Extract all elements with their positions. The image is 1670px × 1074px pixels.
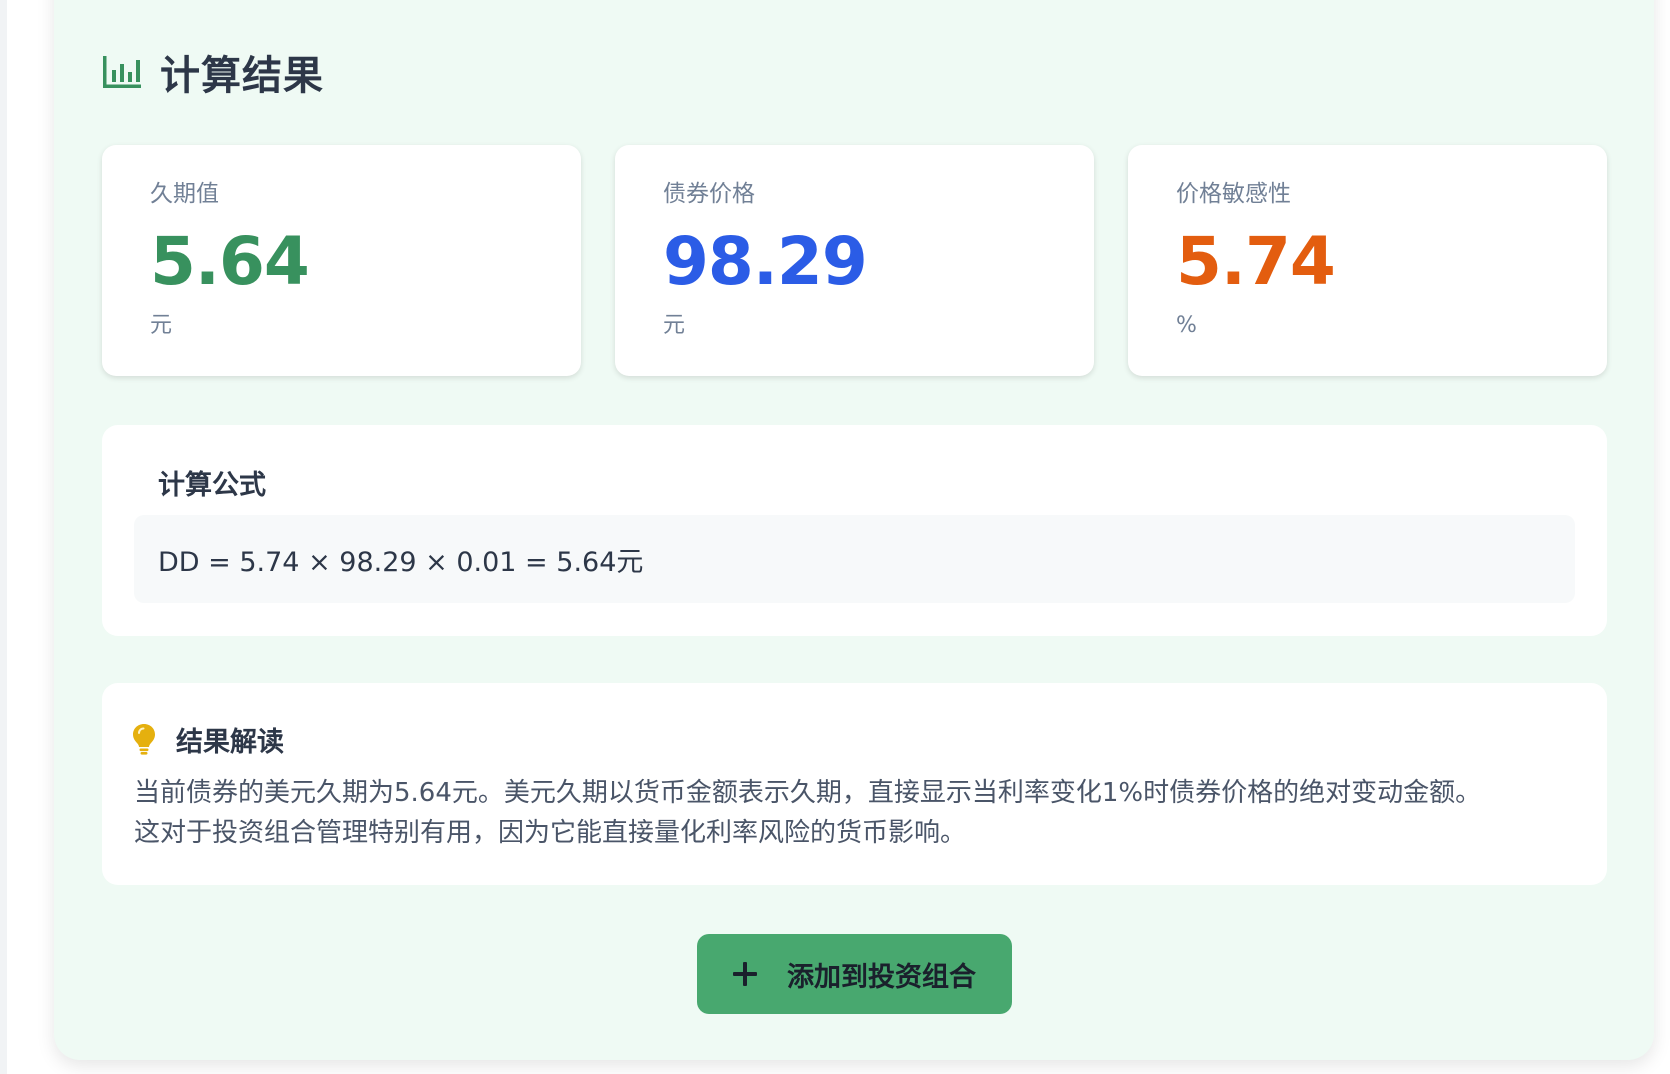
price-sensitivity-label: 价格敏感性 (1176, 181, 1291, 207)
add-to-portfolio-button[interactable]: 添加到投资组合 (697, 934, 1012, 1014)
interpretation-header: 结果解读 (132, 721, 284, 758)
lightbulb-icon (133, 724, 155, 755)
left-divider (0, 0, 7, 1074)
formula-section: 计算公式 DD = 5.74 × 98.29 × 0.01 = 5.64元 (102, 425, 1607, 636)
metric-cards: 久期值 5.64 元 债券价格 98.29 元 价格敏感性 5.74 % (102, 145, 1607, 376)
interpretation-section: 结果解读 当前债券的美元久期为5.64元。美元久期以货币金额表示久期，直接显示当… (102, 683, 1607, 885)
add-to-portfolio-label: 添加到投资组合 (787, 961, 976, 993)
interpretation-line-2: 这对于投资组合管理特别有用，因为它能直接量化利率风险的货币影响。 (134, 818, 967, 848)
interpretation-line-1: 当前债券的美元久期为5.64元。美元久期以货币金额表示久期，直接显示当利率变化1… (134, 778, 1482, 808)
results-header: 计算结果 (102, 44, 324, 100)
formula-title: 计算公式 (158, 470, 266, 501)
page-title: 计算结果 (160, 53, 324, 99)
bond-price-unit: 元 (663, 313, 686, 338)
plus-icon (733, 962, 757, 986)
bond-price-card: 债券价格 98.29 元 (615, 145, 1094, 376)
price-sensitivity-card: 价格敏感性 5.74 % (1128, 145, 1607, 376)
duration-label: 久期值 (150, 181, 219, 207)
duration-value: 5.64 (150, 223, 310, 300)
interpretation-text: 当前债券的美元久期为5.64元。美元久期以货币金额表示久期，直接显示当利率变化1… (134, 773, 1584, 853)
bond-price-value: 98.29 (663, 223, 868, 300)
price-sensitivity-unit: % (1176, 313, 1197, 338)
bar-chart-icon (103, 56, 141, 88)
formula-content: DD = 5.74 × 98.29 × 0.01 = 5.64元 (134, 515, 1575, 603)
duration-unit: 元 (150, 313, 173, 338)
price-sensitivity-value: 5.74 (1176, 223, 1336, 300)
bond-price-label: 债券价格 (663, 181, 755, 207)
interpretation-title: 结果解读 (176, 726, 284, 758)
duration-card: 久期值 5.64 元 (102, 145, 581, 376)
